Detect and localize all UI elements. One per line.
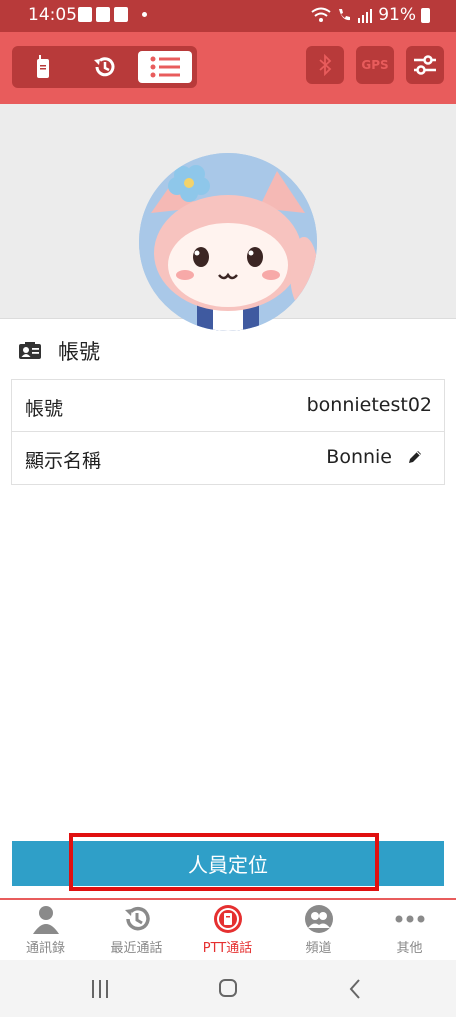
- list-icon: [150, 56, 180, 78]
- bluetooth-icon: [319, 54, 332, 76]
- account-section-header: 帳號: [0, 320, 456, 380]
- more-notifications-icon: [142, 12, 147, 17]
- tab-channel[interactable]: 頻道: [273, 900, 364, 959]
- tab-label: PTT通話: [202, 941, 253, 956]
- notification-icons: [78, 7, 147, 22]
- signal-icon: [358, 8, 373, 23]
- tab-label: 頻道: [305, 941, 332, 956]
- battery-icon: [421, 7, 430, 23]
- history-tab[interactable]: [78, 51, 132, 83]
- wifi-call-icon: [339, 9, 351, 21]
- display-name-value: Bonnie: [326, 446, 392, 468]
- status-time: 14:05: [28, 5, 77, 25]
- home-icon[interactable]: [218, 978, 238, 998]
- sliders-icon: [414, 55, 436, 75]
- tab-label: 通訊錄: [25, 941, 65, 956]
- toolbar: GPS: [0, 32, 456, 104]
- fox-avatar-illustration: [139, 153, 317, 331]
- recent-calls-icon: [125, 906, 150, 931]
- tab-label: 最近通話: [110, 941, 163, 956]
- tab-contacts[interactable]: 通訊錄: [0, 900, 91, 959]
- gps-label: GPS: [361, 58, 389, 72]
- ptt-icon: [214, 905, 242, 933]
- account-key: 帳號: [25, 398, 64, 420]
- status-right: 91%: [311, 5, 430, 25]
- profile-header: [0, 104, 456, 331]
- account-value: bonnietest02: [306, 394, 432, 416]
- check-notification-icon: [114, 7, 128, 22]
- walkie-talkie-tab[interactable]: [16, 51, 70, 83]
- tab-more[interactable]: 其他: [364, 900, 455, 959]
- tab-label: 其他: [396, 941, 423, 956]
- recent-apps-icon[interactable]: [90, 979, 110, 999]
- tab-recent-calls[interactable]: 最近通話: [91, 900, 182, 959]
- more-icon: [395, 915, 425, 923]
- gallery-notification-icon: [78, 7, 92, 22]
- settings-button[interactable]: [406, 46, 444, 84]
- bluetooth-button[interactable]: [306, 46, 344, 84]
- back-icon[interactable]: [348, 978, 362, 1000]
- highlight-box: [69, 833, 379, 891]
- battery-text: 91%: [378, 5, 416, 25]
- status-bar: 14:05 91%: [0, 0, 456, 32]
- section-title: 帳號: [58, 340, 100, 364]
- gps-button[interactable]: GPS: [356, 46, 394, 84]
- view-switcher: [12, 46, 197, 88]
- avatar[interactable]: [139, 153, 317, 331]
- account-row: 帳號 bonnietest02: [12, 380, 444, 432]
- display-name-row[interactable]: 顯示名稱 Bonnie: [12, 432, 444, 484]
- wifi-icon: [311, 7, 331, 22]
- account-info-table: 帳號 bonnietest02 顯示名稱 Bonnie: [11, 379, 445, 485]
- contacts-icon: [33, 906, 59, 934]
- list-tab[interactable]: [138, 51, 192, 83]
- bottom-tab-bar: 通訊錄 最近通話 PTT通話 頻道 其他: [0, 898, 456, 959]
- history-icon: [94, 57, 115, 77]
- system-nav-bar: [0, 960, 456, 1017]
- tab-ptt[interactable]: PTT通話: [182, 900, 273, 959]
- pencil-icon[interactable]: [406, 448, 424, 466]
- app-notification-icon: [96, 7, 110, 22]
- walkie-talkie-icon: [37, 55, 49, 78]
- id-card-icon: [19, 342, 41, 359]
- channel-icon: [305, 905, 333, 933]
- display-name-key: 顯示名稱: [25, 450, 102, 472]
